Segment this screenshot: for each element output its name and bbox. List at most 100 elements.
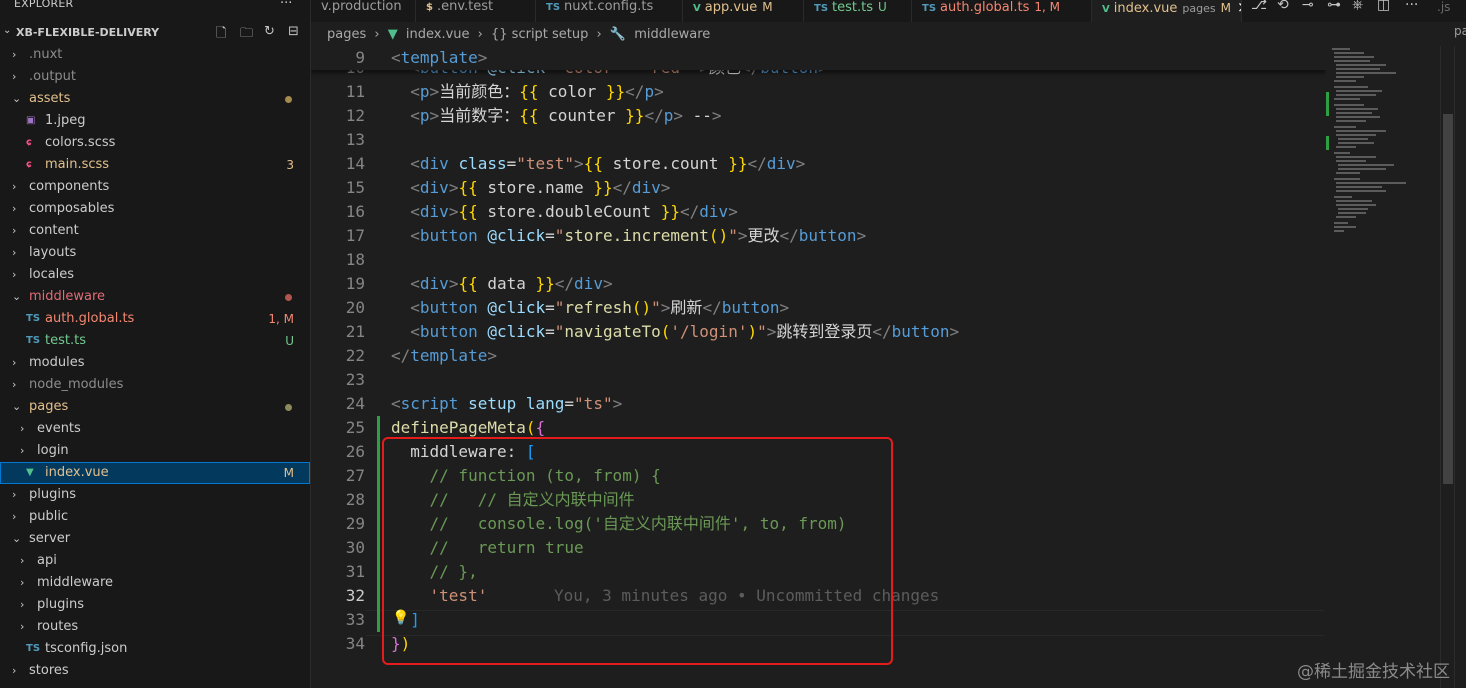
tree-item-locales[interactable]: › locales [0,264,310,286]
git-status-badge: M [283,466,294,480]
breadcrumb-item-middleware[interactable]: middleware [634,27,710,42]
typescript-file-icon: TS [814,3,829,14]
line-number: 15 [345,178,365,197]
breadcrumb-item-script[interactable]: {} script setup [491,27,588,42]
git-compare-icon[interactable]: ⎈ [1352,0,1363,13]
tab-env-test[interactable]: $ .env.test [416,0,536,22]
code-line[interactable]: 23 [311,368,1326,392]
tree-item-plugins[interactable]: › plugins [0,594,310,616]
split-editor-icon[interactable]: ◫ [1377,0,1390,13]
tab-index-vue[interactable]: Vindex.vue pages M × [1092,0,1242,22]
tree-item-colors-scss[interactable]: ɕ colors.scss [0,132,310,154]
tree-item-modules[interactable]: › modules [0,352,310,374]
tree-item-public[interactable]: › public [0,506,310,528]
code-line[interactable]: 32 'test' You, 3 minutes ago • Uncommitte… [311,584,1326,608]
code-line[interactable]: 30 // return true [311,536,1326,560]
tree-item-test-ts[interactable]: TS test.ts U [0,330,310,352]
code-line[interactable]: 28 // // 自定义内联中间件 [311,488,1326,512]
tree-item-tsconfig-json[interactable]: TS tsconfig.json [0,638,310,660]
code-line[interactable]: 12 <p>当前数字：{{ counter }}</p> --> [311,104,1326,128]
code-line[interactable]: 18 [311,248,1326,272]
git-added-gutter-mark [377,416,380,440]
code-line[interactable]: 29 // console.log('自定义内联中间件', to, from) [311,512,1326,536]
sticky-scroll-header[interactable]: 9 <template> [311,46,1326,70]
code-line[interactable]: 21 <button @click="navigateTo('/login')"… [311,320,1326,344]
typescript-file-icon: TS [26,313,41,324]
git-next-icon[interactable]: ⊶ [1327,0,1341,13]
line-number: 18 [345,250,365,269]
tree-item-label: plugins [37,597,84,612]
code-line[interactable]: 22 </template> [311,344,1326,368]
scss-file-icon: ɕ [26,137,32,148]
minimap[interactable] [1326,46,1440,688]
code-text: middleware: [ [391,442,536,461]
code-line[interactable]: 25 definePageMeta({ [311,416,1326,440]
tree-item-events[interactable]: › events [0,418,310,440]
explorer-more-button[interactable]: ··· [280,0,292,11]
tree-item-middleware[interactable]: ⌄ middleware [0,286,310,308]
tree-item-routes[interactable]: › routes [0,616,310,638]
code-line[interactable]: 19 <div>{{ data }}</div> [311,272,1326,296]
new-folder-icon[interactable]: 🗀 [240,24,253,46]
code-line[interactable]: 17 <button @click="store.increment()">更改… [311,224,1326,248]
refresh-icon[interactable]: ↻ [264,24,275,39]
tree-item-layouts[interactable]: › layouts [0,242,310,264]
collapse-icon[interactable]: ⊟ [288,24,299,39]
more-actions-icon[interactable]: ··· [1405,0,1418,13]
code-line[interactable]: 20 <button @click="refresh()">刷新</button… [311,296,1326,320]
vue-file-icon: ▼ [26,467,34,478]
tree-item-assets[interactable]: ⌄ assets [0,88,310,110]
tree-item-server[interactable]: ⌄ server [0,528,310,550]
vertical-scrollbar[interactable] [1440,46,1455,688]
tree-item-stores[interactable]: › stores [0,660,310,682]
code-text: <button @click="store.increment()">更改</b… [410,226,867,245]
code-line[interactable]: 15 <div>{{ store.name }}</div> [311,176,1326,200]
tree-item-api[interactable]: › api [0,550,310,572]
status-dot-icon [285,404,292,411]
tree-item-components[interactable]: › components [0,176,310,198]
code-line[interactable]: 11 <p>当前颜色：{{ color }}</p> [311,80,1326,104]
tree-item-plugins[interactable]: › plugins [0,484,310,506]
git-commit-icon[interactable]: ⊸ [1302,0,1314,13]
tree-item-node-modules[interactable]: › node_modules [0,374,310,396]
tree-item-label: test.ts [45,333,86,348]
tab-test-ts[interactable]: TS test.ts U [804,0,912,22]
tree-item-output[interactable]: › .output [0,66,310,88]
new-file-icon[interactable]: 🗋 [216,24,226,46]
tree-item-label: tsconfig.json [45,641,128,656]
breadcrumb-item-pages[interactable]: pages [327,27,366,42]
code-line[interactable]: 27 // function (to, from) { [311,464,1326,488]
tree-item-1-jpeg[interactable]: ▣ 1.jpeg [0,110,310,132]
tree-item-main-scss[interactable]: ɕ main.scss 3 [0,154,310,176]
code-line[interactable]: 26 middleware: [ [311,440,1326,464]
code-line[interactable]: 34}) [311,632,1326,656]
tree-item-content[interactable]: › content [0,220,310,242]
code-editor[interactable]: 9 <button @click="counter--">-</button>1… [311,46,1326,688]
tree-item-pages[interactable]: ⌄ pages [0,396,310,418]
tree-item-login[interactable]: › login [0,440,310,462]
git-added-gutter-mark [377,512,380,536]
tab-auth-global-ts[interactable]: TS auth.global.ts 1, M [912,0,1092,22]
lightbulb-icon[interactable]: 💡 [392,610,409,626]
line-number: 29 [345,514,365,533]
project-header[interactable]: ⌄ XB-FLEXIBLE-DELIVERY 🗋 🗀 ↻ ⊟ [0,22,310,44]
tree-item-auth-global-ts[interactable]: TS auth.global.ts 1, M [0,308,310,330]
breadcrumb-item-file[interactable]: index.vue [406,27,470,42]
code-line[interactable]: 24 <script setup lang="ts"> [311,392,1326,416]
code-line[interactable]: 33 ] [311,608,1326,632]
code-line[interactable]: 13 [311,128,1326,152]
tree-item-middleware[interactable]: › middleware [0,572,310,594]
tree-item-composables[interactable]: › composables [0,198,310,220]
tree-item-index-vue[interactable]: ▼ index.vue M [0,462,310,484]
tab-nuxt-config-ts[interactable]: TS nuxt.config.ts [536,0,683,22]
code-line[interactable]: 16 <div>{{ store.doubleCount }}</div> [311,200,1326,224]
code-line[interactable]: 14 <div class="test">{{ store.count }}</… [311,152,1326,176]
close-icon[interactable]: × [1237,0,1241,16]
tab-v-production[interactable]: v.production [311,0,416,22]
tree-item-nuxt[interactable]: › .nuxt [0,44,310,66]
source-control-icon[interactable]: ⎇ [1251,0,1267,13]
tab-app-vue[interactable]: Vapp.vue M [683,0,804,22]
code-line[interactable]: 31 // }, [311,560,1326,584]
scrollbar-thumb[interactable] [1443,114,1453,484]
timeline-icon[interactable]: ⟲ [1277,0,1289,13]
